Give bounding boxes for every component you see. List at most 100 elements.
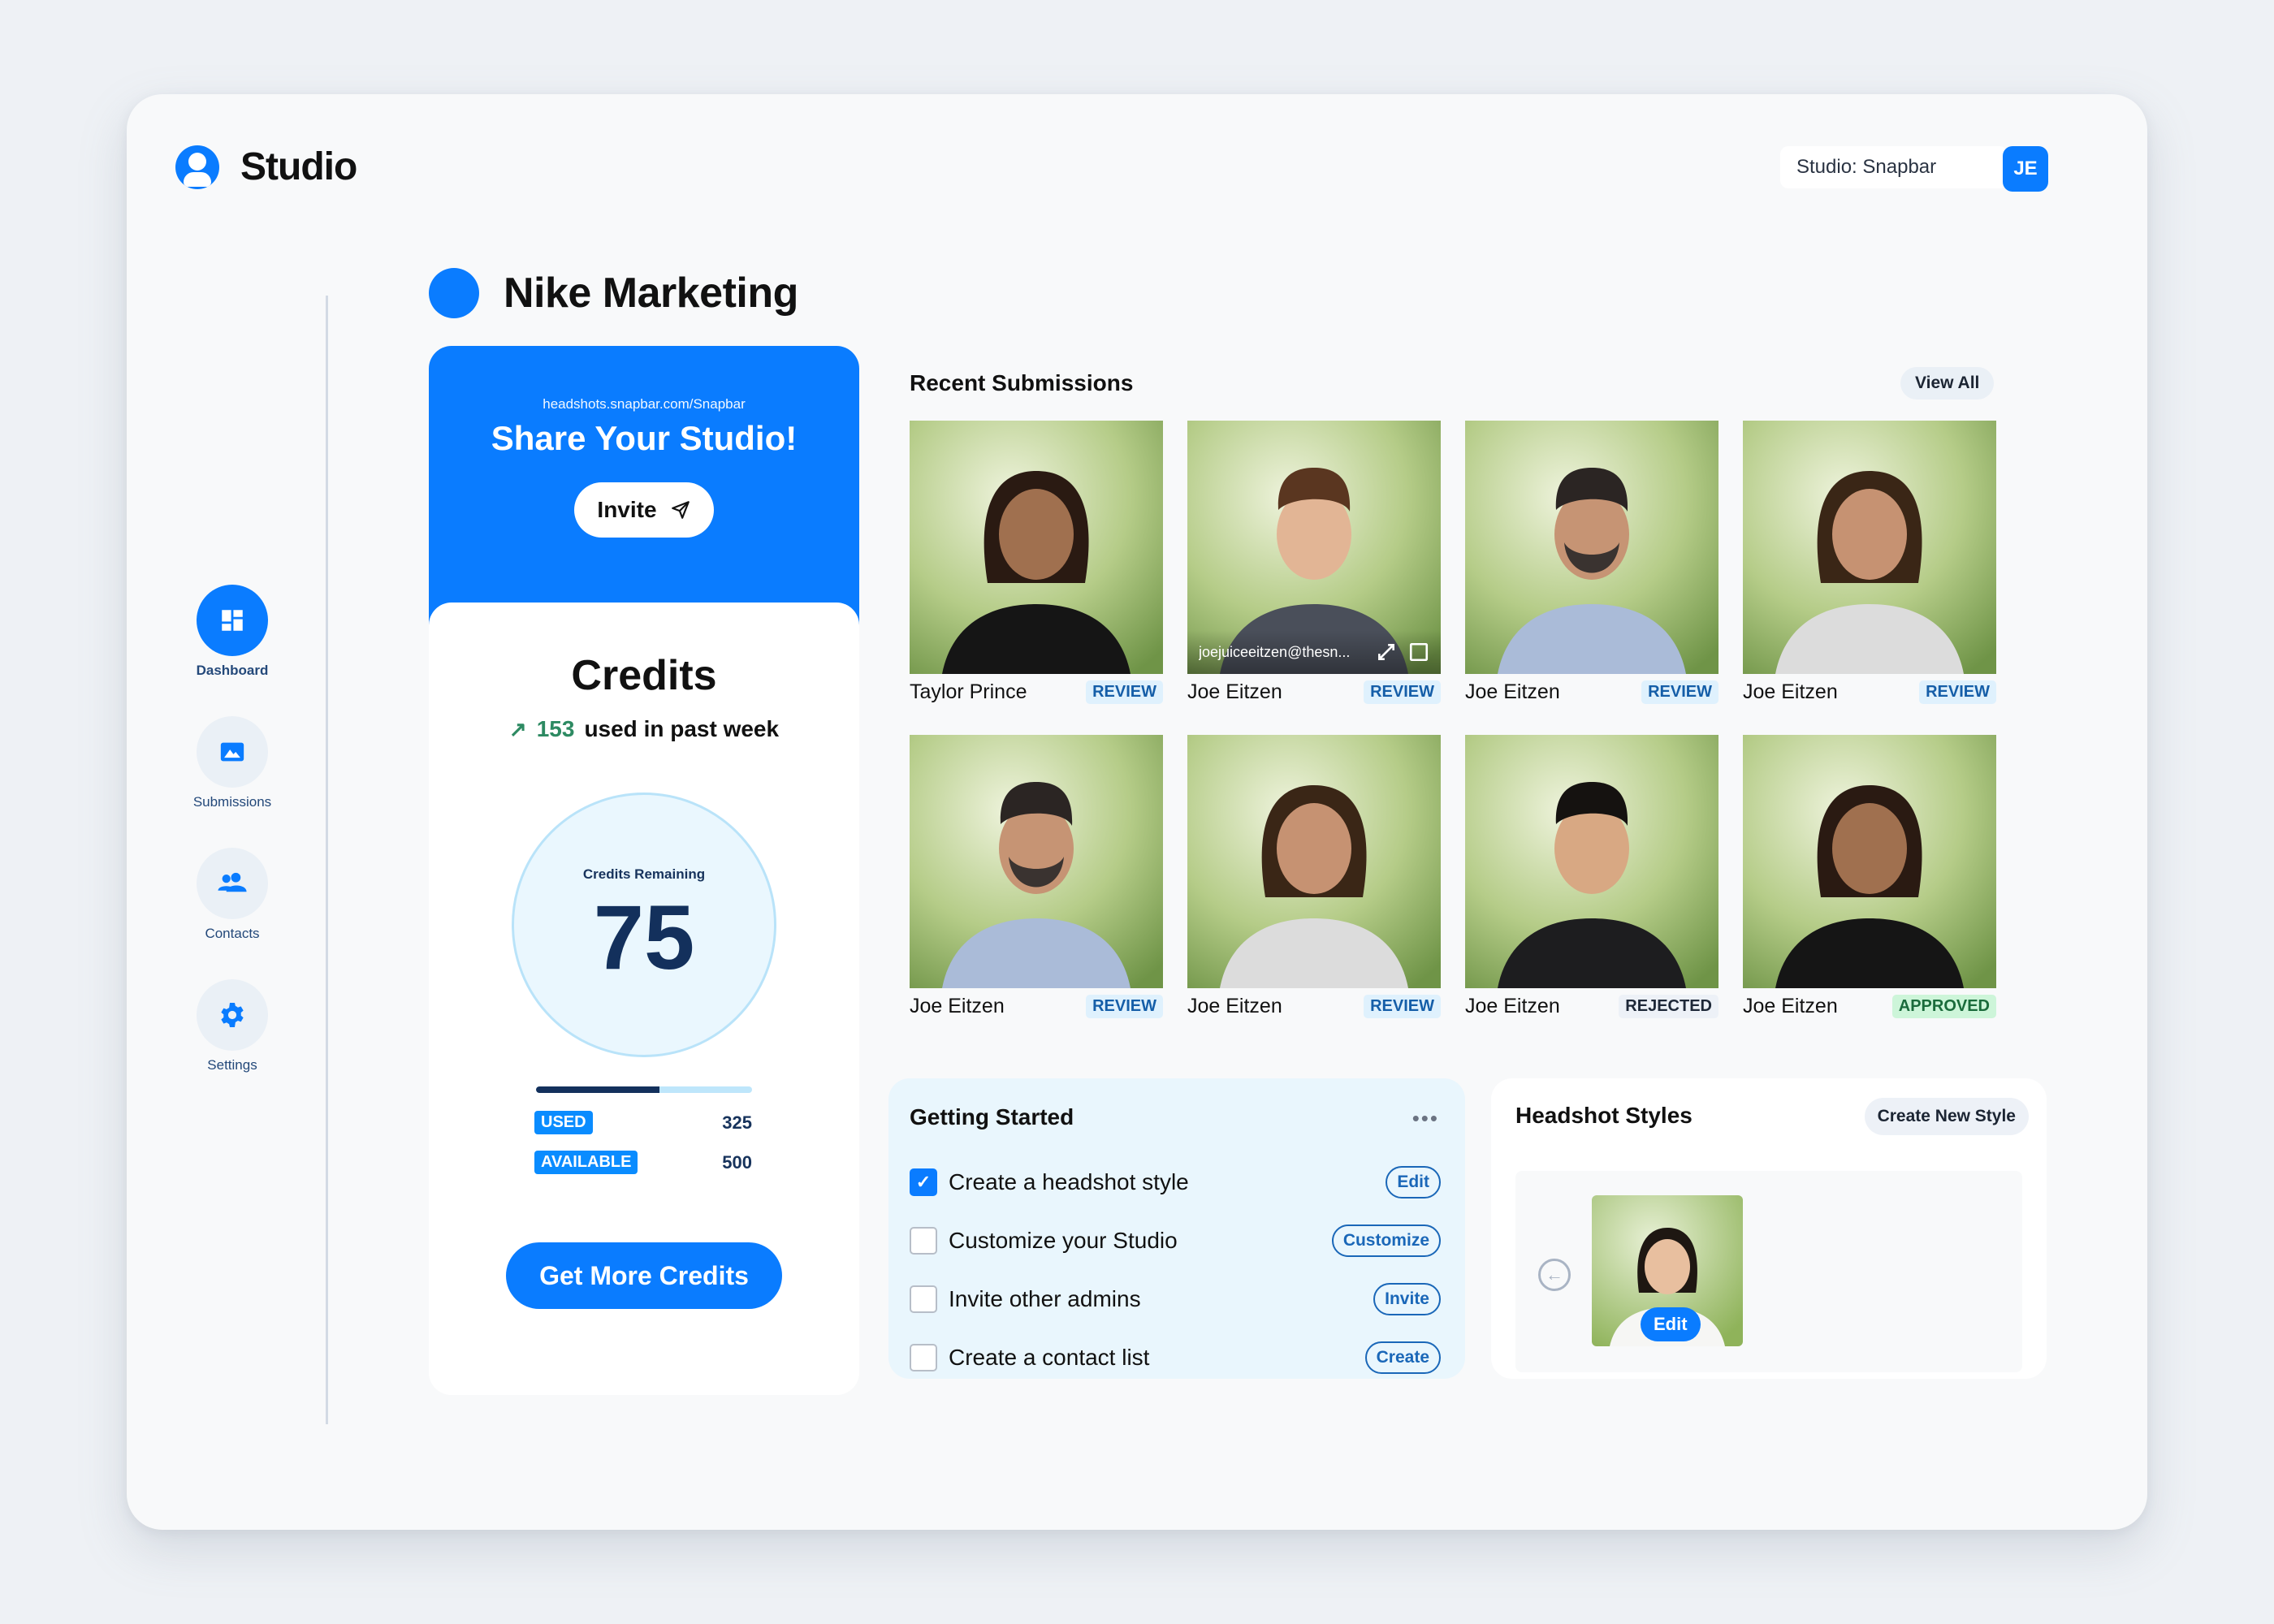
dashboard-icon (222, 610, 243, 631)
view-all-button[interactable]: View All (1900, 367, 1995, 400)
task-checkbox[interactable] (910, 1227, 937, 1255)
submission-card[interactable]: Joe Eitzen APPROVED (1743, 735, 1996, 1018)
submission-meta: Joe Eitzen REVIEW (1743, 680, 1996, 704)
available-tag: AVAILABLE (534, 1151, 638, 1174)
available-value: 500 (722, 1151, 752, 1173)
sidebar-item-contacts[interactable]: Contacts (151, 848, 313, 942)
submission-photo[interactable] (1187, 735, 1441, 988)
expand-icon[interactable] (1376, 641, 1397, 663)
submitter-name: Joe Eitzen (1465, 680, 1560, 703)
more-options-icon[interactable]: ••• (1412, 1106, 1439, 1131)
submitter-name: Joe Eitzen (1187, 680, 1282, 703)
status-badge: REVIEW (1086, 680, 1163, 704)
getting-started-title: Getting Started (910, 1104, 1074, 1129)
sidebar-item-label: Dashboard (196, 663, 269, 678)
edit-style-button[interactable]: Edit (1641, 1307, 1701, 1341)
invite-label: Invite (597, 497, 657, 522)
task-checkbox[interactable]: ✓ (910, 1168, 937, 1196)
submission-card[interactable]: Joe Eitzen REVIEW (1187, 735, 1441, 1018)
task-item: ✓ Create a headshot style Edit (910, 1153, 1441, 1212)
submitter-name: Joe Eitzen (1743, 995, 1838, 1017)
recent-submissions-title: Recent Submissions (910, 370, 1134, 395)
submission-card[interactable]: Joe Eitzen REJECTED (1465, 735, 1718, 1018)
submitter-email: joejuiceeitzen@thesn... (1199, 643, 1351, 660)
headshot-photo (1465, 421, 1718, 674)
share-studio-panel: headshots.snapbar.com/Snapbar Share Your… (429, 346, 859, 638)
create-new-style-button[interactable]: Create New Style (1864, 1098, 2029, 1135)
status-badge: REVIEW (1086, 995, 1163, 1018)
submission-card[interactable]: Joe Eitzen REVIEW (1465, 421, 1718, 704)
page-title: Nike Marketing (429, 268, 798, 318)
submission-card[interactable]: Taylor Prince REVIEW (910, 421, 1163, 704)
credits-panel: Credits ↗ 153 used in past week Credits … (429, 603, 859, 1395)
share-credits-card: headshots.snapbar.com/Snapbar Share Your… (429, 346, 859, 1395)
task-action-button[interactable]: Edit (1386, 1166, 1441, 1199)
status-badge: REVIEW (1641, 680, 1718, 704)
nav-icon-circle (197, 848, 268, 919)
task-action-button[interactable]: Create (1364, 1341, 1441, 1374)
sidebar-item-label: Settings (207, 1057, 257, 1073)
credits-remaining-label: Credits Remaining (582, 866, 706, 882)
submission-meta: Joe Eitzen REVIEW (1187, 995, 1441, 1018)
arrow-left-icon[interactable]: ← (1538, 1259, 1571, 1291)
task-item: Customize your Studio Customize (910, 1212, 1441, 1270)
task-label: Create a headshot style (949, 1169, 1189, 1194)
team-color-dot (429, 268, 479, 318)
submission-photo[interactable] (910, 735, 1163, 988)
style-thumbnail[interactable]: Edit (1592, 1195, 1743, 1346)
task-action-button[interactable]: Invite (1373, 1283, 1441, 1315)
studio-url[interactable]: headshots.snapbar.com/Snapbar (429, 396, 859, 412)
status-badge: APPROVED (1891, 995, 1996, 1018)
sidebar-item-dashboard[interactable]: Dashboard (151, 585, 313, 679)
task-checkbox[interactable] (910, 1285, 937, 1313)
app-window: Studio Studio: Snapbar JE Dashboard Subm… (127, 94, 2147, 1530)
studio-logo-icon (175, 145, 219, 189)
submission-photo[interactable] (1465, 421, 1718, 674)
sidebar-item-submissions[interactable]: Submissions (151, 716, 313, 810)
headshot-styles-card: Headshot Styles Create New Style ← Edit (1491, 1078, 2047, 1379)
select-checkbox-icon[interactable] (1408, 641, 1429, 663)
studio-selector[interactable]: Studio: Snapbar (1780, 146, 2008, 188)
image-icon (220, 742, 244, 762)
submission-card[interactable]: joejuiceeitzen@thesn... Joe Eitzen REVIE… (1187, 421, 1441, 704)
photo-hover-overlay: joejuiceeitzen@thesn... (1187, 630, 1441, 674)
used-value: 325 (722, 1112, 752, 1133)
submission-photo[interactable]: joejuiceeitzen@thesn... (1187, 421, 1441, 674)
headshot-photo (1743, 421, 1996, 674)
sidebar-item-settings[interactable]: Settings (151, 979, 313, 1073)
headshot-photo (910, 421, 1163, 674)
task-label: Create a contact list (949, 1345, 1150, 1370)
task-item: Create a contact list Create (910, 1328, 1441, 1387)
status-badge: REJECTED (1619, 995, 1718, 1018)
submission-photo[interactable] (1465, 735, 1718, 988)
sidebar-divider (326, 296, 328, 1424)
nav-icon-circle (197, 716, 268, 788)
submission-photo[interactable] (1743, 421, 1996, 674)
weekly-used-text: used in past week (584, 716, 780, 741)
submission-card[interactable]: Joe Eitzen REVIEW (910, 735, 1163, 1018)
submitter-name: Joe Eitzen (1465, 995, 1560, 1017)
get-more-credits-button[interactable]: Get More Credits (506, 1242, 782, 1309)
submitter-name: Joe Eitzen (1187, 995, 1282, 1017)
task-item: Invite other admins Invite (910, 1270, 1441, 1328)
page-title-text: Nike Marketing (504, 270, 798, 317)
styles-carousel: ← Edit (1515, 1171, 2022, 1372)
getting-started-card: Getting Started ••• ✓ Create a headshot … (888, 1078, 1465, 1379)
app-name: Studio (240, 145, 357, 188)
used-row: USED 325 (534, 1111, 754, 1134)
user-avatar[interactable]: JE (2003, 146, 2048, 192)
submission-photo[interactable] (1743, 735, 1996, 988)
sidebar: Dashboard Submissions Contacts Settings (151, 585, 313, 1111)
used-tag: USED (534, 1111, 593, 1134)
submission-photo[interactable] (910, 421, 1163, 674)
task-checkbox[interactable] (910, 1344, 937, 1371)
submitter-name: Taylor Prince (910, 680, 1027, 703)
submission-meta: Joe Eitzen REJECTED (1465, 995, 1718, 1018)
submission-card[interactable]: Joe Eitzen REVIEW (1743, 421, 1996, 704)
trend-up-icon: ↗ (508, 716, 527, 741)
submissions-grid: Taylor Prince REVIEW joejuiceeitzen@thes… (910, 421, 1996, 1018)
invite-button[interactable]: Invite (574, 482, 714, 538)
task-action-button[interactable]: Customize (1331, 1224, 1441, 1257)
share-title: Share Your Studio! (491, 419, 798, 457)
nav-icon-circle (197, 979, 268, 1051)
